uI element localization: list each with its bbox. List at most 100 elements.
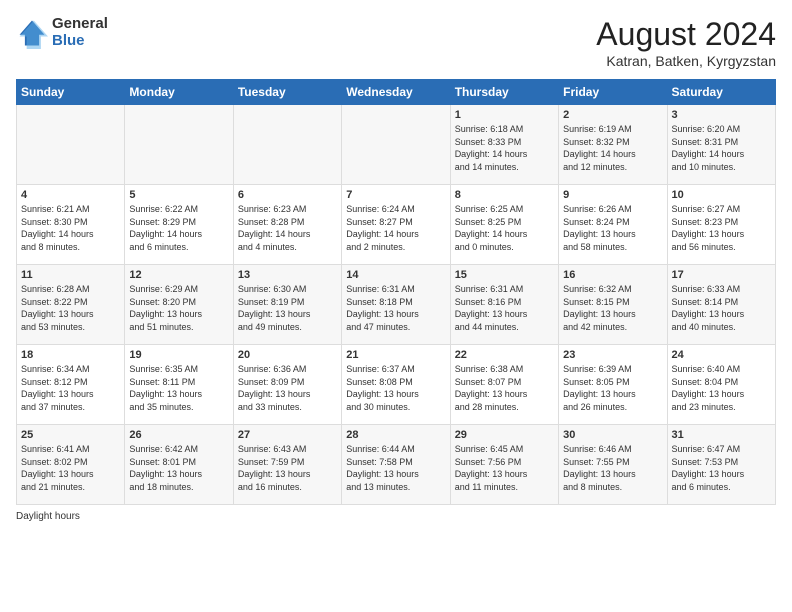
day-number: 20 — [238, 349, 337, 361]
calendar-cell: 6 Sunrise: 6:23 AM Sunset: 8:28 PM Daylig… — [233, 185, 341, 265]
logo-text: General Blue — [52, 16, 108, 49]
day-info: Sunrise: 6:40 AM Sunset: 8:04 PM Dayligh… — [672, 363, 771, 413]
calendar-header-sunday: Sunday — [17, 80, 125, 105]
calendar-cell: 24 Sunrise: 6:40 AM Sunset: 8:04 PM Dayli… — [667, 345, 775, 425]
day-number: 17 — [672, 269, 771, 281]
day-info: Sunrise: 6:36 AM Sunset: 8:09 PM Dayligh… — [238, 363, 337, 413]
day-info: Sunrise: 6:22 AM Sunset: 8:29 PM Dayligh… — [129, 203, 228, 253]
calendar-cell: 17 Sunrise: 6:33 AM Sunset: 8:14 PM Dayli… — [667, 265, 775, 345]
title-block: August 2024 Katran, Batken, Kyrgyzstan — [596, 16, 776, 69]
calendar-cell: 26Sunrise: 6:42 AM Sunset: 8:01 PM Dayli… — [125, 425, 233, 505]
day-info: Sunrise: 6:18 AM Sunset: 8:33 PM Dayligh… — [455, 123, 554, 173]
day-number: 2 — [563, 109, 662, 121]
day-info: Sunrise: 6:21 AM Sunset: 8:30 PM Dayligh… — [21, 203, 120, 253]
day-number: 21 — [346, 349, 445, 361]
calendar-cell: 20 Sunrise: 6:36 AM Sunset: 8:09 PM Dayli… — [233, 345, 341, 425]
day-info: Sunrise: 6:29 AM Sunset: 8:20 PM Dayligh… — [129, 283, 228, 333]
calendar-cell — [233, 105, 341, 185]
day-info: Sunrise: 6:45 AM Sunset: 7:56 PM Dayligh… — [455, 443, 554, 493]
day-number: 27 — [238, 429, 337, 441]
month-year-title: August 2024 — [596, 16, 776, 53]
day-number: 29 — [455, 429, 554, 441]
day-number: 10 — [672, 189, 771, 201]
day-number: 18 — [21, 349, 120, 361]
day-info: Sunrise: 6:46 AM Sunset: 7:55 PM Dayligh… — [563, 443, 662, 493]
day-number: 8 — [455, 189, 554, 201]
day-info: Sunrise: 6:42 AM Sunset: 8:01 PM Dayligh… — [129, 443, 228, 493]
calendar-cell: 28Sunrise: 6:44 AM Sunset: 7:58 PM Dayli… — [342, 425, 450, 505]
day-number: 16 — [563, 269, 662, 281]
logo-blue-text: Blue — [52, 33, 108, 50]
calendar-week-row: 25Sunrise: 6:41 AM Sunset: 8:02 PM Dayli… — [17, 425, 776, 505]
calendar-header-wednesday: Wednesday — [342, 80, 450, 105]
calendar-cell — [125, 105, 233, 185]
day-info: Sunrise: 6:23 AM Sunset: 8:28 PM Dayligh… — [238, 203, 337, 253]
day-info: Sunrise: 6:34 AM Sunset: 8:12 PM Dayligh… — [21, 363, 120, 413]
day-number: 19 — [129, 349, 228, 361]
calendar-cell: 21 Sunrise: 6:37 AM Sunset: 8:08 PM Dayli… — [342, 345, 450, 425]
calendar-week-row: 1 Sunrise: 6:18 AM Sunset: 8:33 PM Daylig… — [17, 105, 776, 185]
day-number: 7 — [346, 189, 445, 201]
page: General Blue August 2024 Katran, Batken,… — [0, 0, 792, 532]
calendar-header-monday: Monday — [125, 80, 233, 105]
calendar-cell: 9 Sunrise: 6:26 AM Sunset: 8:24 PM Daylig… — [559, 185, 667, 265]
calendar-cell: 29 Sunrise: 6:45 AM Sunset: 7:56 PM Dayli… — [450, 425, 558, 505]
calendar-week-row: 4Sunrise: 6:21 AM Sunset: 8:30 PM Daylig… — [17, 185, 776, 265]
day-number: 25 — [21, 429, 120, 441]
calendar-cell: 7 Sunrise: 6:24 AM Sunset: 8:27 PM Daylig… — [342, 185, 450, 265]
calendar-cell: 4Sunrise: 6:21 AM Sunset: 8:30 PM Daylig… — [17, 185, 125, 265]
day-number: 11 — [21, 269, 120, 281]
day-info: Sunrise: 6:27 AM Sunset: 8:23 PM Dayligh… — [672, 203, 771, 253]
calendar-table: SundayMondayTuesdayWednesdayThursdayFrid… — [16, 79, 776, 505]
day-number: 30 — [563, 429, 662, 441]
daylight-hours-label: Daylight hours — [16, 511, 80, 522]
location-subtitle: Katran, Batken, Kyrgyzstan — [596, 53, 776, 69]
footer: Daylight hours — [16, 511, 776, 522]
day-info: Sunrise: 6:33 AM Sunset: 8:14 PM Dayligh… — [672, 283, 771, 333]
calendar-cell: 5Sunrise: 6:22 AM Sunset: 8:29 PM Daylig… — [125, 185, 233, 265]
day-info: Sunrise: 6:19 AM Sunset: 8:32 PM Dayligh… — [563, 123, 662, 173]
calendar-cell: 10 Sunrise: 6:27 AM Sunset: 8:23 PM Dayli… — [667, 185, 775, 265]
day-number: 3 — [672, 109, 771, 121]
day-number: 23 — [563, 349, 662, 361]
day-number: 22 — [455, 349, 554, 361]
logo-general-text: General — [52, 16, 108, 33]
day-info: Sunrise: 6:28 AM Sunset: 8:22 PM Dayligh… — [21, 283, 120, 333]
day-info: Sunrise: 6:37 AM Sunset: 8:08 PM Dayligh… — [346, 363, 445, 413]
calendar-cell: 30 Sunrise: 6:46 AM Sunset: 7:55 PM Dayli… — [559, 425, 667, 505]
day-info: Sunrise: 6:31 AM Sunset: 8:16 PM Dayligh… — [455, 283, 554, 333]
calendar-cell — [17, 105, 125, 185]
header: General Blue August 2024 Katran, Batken,… — [16, 16, 776, 69]
day-info: Sunrise: 6:39 AM Sunset: 8:05 PM Dayligh… — [563, 363, 662, 413]
day-info: Sunrise: 6:35 AM Sunset: 8:11 PM Dayligh… — [129, 363, 228, 413]
day-info: Sunrise: 6:38 AM Sunset: 8:07 PM Dayligh… — [455, 363, 554, 413]
calendar-week-row: 11 Sunrise: 6:28 AM Sunset: 8:22 PM Dayli… — [17, 265, 776, 345]
calendar-cell: 31 Sunrise: 6:47 AM Sunset: 7:53 PM Dayli… — [667, 425, 775, 505]
calendar-cell: 1 Sunrise: 6:18 AM Sunset: 8:33 PM Daylig… — [450, 105, 558, 185]
calendar-cell: 27 Sunrise: 6:43 AM Sunset: 7:59 PM Dayli… — [233, 425, 341, 505]
calendar-cell: 12 Sunrise: 6:29 AM Sunset: 8:20 PM Dayli… — [125, 265, 233, 345]
calendar-cell: 14Sunrise: 6:31 AM Sunset: 8:18 PM Dayli… — [342, 265, 450, 345]
day-info: Sunrise: 6:47 AM Sunset: 7:53 PM Dayligh… — [672, 443, 771, 493]
calendar-cell: 16 Sunrise: 6:32 AM Sunset: 8:15 PM Dayli… — [559, 265, 667, 345]
day-info: Sunrise: 6:25 AM Sunset: 8:25 PM Dayligh… — [455, 203, 554, 253]
day-info: Sunrise: 6:24 AM Sunset: 8:27 PM Dayligh… — [346, 203, 445, 253]
day-number: 1 — [455, 109, 554, 121]
day-info: Sunrise: 6:26 AM Sunset: 8:24 PM Dayligh… — [563, 203, 662, 253]
day-info: Sunrise: 6:43 AM Sunset: 7:59 PM Dayligh… — [238, 443, 337, 493]
calendar-header-row: SundayMondayTuesdayWednesdayThursdayFrid… — [17, 80, 776, 105]
day-info: Sunrise: 6:32 AM Sunset: 8:15 PM Dayligh… — [563, 283, 662, 333]
day-number: 31 — [672, 429, 771, 441]
calendar-cell: 8 Sunrise: 6:25 AM Sunset: 8:25 PM Daylig… — [450, 185, 558, 265]
day-number: 12 — [129, 269, 228, 281]
day-number: 15 — [455, 269, 554, 281]
day-number: 13 — [238, 269, 337, 281]
day-number: 9 — [563, 189, 662, 201]
day-number: 24 — [672, 349, 771, 361]
day-number: 6 — [238, 189, 337, 201]
day-info: Sunrise: 6:20 AM Sunset: 8:31 PM Dayligh… — [672, 123, 771, 173]
day-info: Sunrise: 6:44 AM Sunset: 7:58 PM Dayligh… — [346, 443, 445, 493]
calendar-header-tuesday: Tuesday — [233, 80, 341, 105]
logo: General Blue — [16, 16, 108, 49]
calendar-cell: 13Sunrise: 6:30 AM Sunset: 8:19 PM Dayli… — [233, 265, 341, 345]
